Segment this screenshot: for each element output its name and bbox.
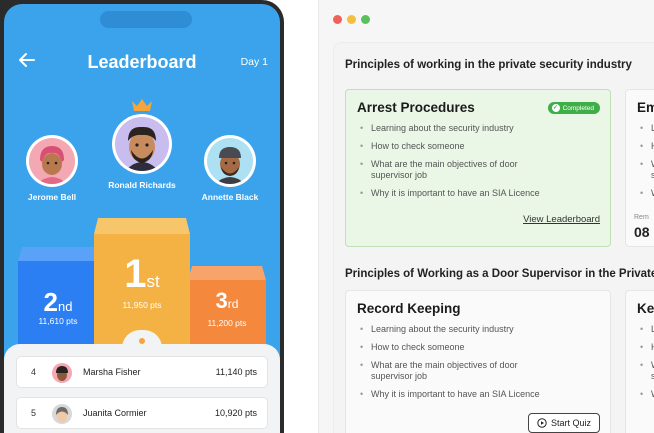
start-quiz-button[interactable]: Start Quiz [527, 413, 600, 433]
player-name: Marsha Fisher [83, 367, 141, 377]
rank-suffix: nd [58, 299, 73, 314]
list-item[interactable]: 5 Juanita Cormier 10,920 pts [16, 397, 268, 429]
rank-number: 1 [124, 252, 147, 296]
avatar-image [29, 138, 75, 184]
ranking-list[interactable]: 4 Marsha Fisher 11,140 pts 5 Juanita Cor… [4, 330, 280, 433]
leaderboard-screen: Leaderboard Day 1 Ronald Richards Jerome… [4, 4, 280, 433]
rank-number: 3 [215, 288, 228, 313]
card-title: Arrest Procedures [357, 100, 475, 115]
avatar-first[interactable] [112, 114, 172, 174]
view-leaderboard-link[interactable]: View Leaderboard [523, 214, 600, 225]
player-points: 10,920 pts [214, 408, 257, 418]
third-place-name: Annette Black [201, 192, 259, 202]
list-item: Ws [640, 360, 654, 382]
rank-suffix: rd [227, 297, 239, 311]
section-title: Principles of working in the private sec… [345, 59, 632, 71]
kee-card[interactable]: Kee L H Ws W [625, 290, 654, 433]
avatar-image [207, 138, 253, 184]
list-item: Why it is important to have an SIA Licen… [360, 188, 540, 199]
crown-icon [132, 99, 152, 111]
handle-dot [139, 338, 145, 344]
window-controls [333, 15, 370, 24]
topic-list: Learning about the security industry How… [360, 324, 540, 407]
second-place-name: Jerome Bell [27, 192, 77, 202]
podium-third: 3rd 11,200 pts [188, 266, 266, 356]
phone-frame: Leaderboard Day 1 Ronald Richards Jerome… [0, 0, 284, 433]
list-item: L [640, 324, 654, 335]
stage: Principles of working in the private sec… [0, 0, 654, 433]
rank-position: 5 [31, 408, 37, 418]
list-item: How to check someone [360, 141, 540, 152]
points-label: 11,950 pts [122, 300, 162, 310]
rank-suffix: st [146, 272, 160, 291]
day-selector[interactable]: Day 1 [241, 56, 268, 68]
avatar-third[interactable] [204, 135, 256, 187]
remaining-value: 08 [634, 224, 650, 240]
list-item: Learning about the security industry [360, 123, 540, 134]
list-item: W [640, 188, 654, 199]
podium-second: 2nd 11,610 pts [18, 247, 98, 357]
player-name: Juanita Cormier [83, 408, 147, 418]
list-item: What are the main objectives of door sup… [360, 159, 540, 181]
avatar-image [115, 117, 169, 171]
list-item: H [640, 342, 654, 353]
section-title: Principles of Working as a Door Supervis… [345, 268, 654, 280]
remaining-label: Rem [634, 214, 649, 221]
card-title: Em [637, 100, 654, 115]
list-item: H [640, 141, 654, 152]
rank-position: 4 [31, 367, 37, 377]
topic-list: L H Ws W [640, 123, 654, 206]
em-card[interactable]: Em L H Ws W Rem 08 [625, 89, 654, 247]
notch [100, 11, 192, 28]
avatar [52, 363, 72, 383]
page-title: Leaderboard [87, 52, 197, 72]
list-item: Learning about the security industry [360, 324, 540, 335]
first-place-name: Ronald Richards [108, 180, 176, 190]
completed-badge: ✓ Completed [547, 102, 600, 114]
list-item: How to check someone [360, 342, 540, 353]
card-title: Kee [637, 301, 654, 316]
minimize-window-button[interactable] [347, 15, 356, 24]
play-icon [537, 418, 547, 428]
check-icon: ✓ [551, 104, 560, 112]
arrest-procedures-card[interactable]: Arrest Procedures ✓ Completed Learning a… [345, 89, 611, 247]
badge-label: Completed [562, 104, 594, 112]
podium-top [18, 247, 98, 261]
rank-label: 2nd [18, 287, 98, 318]
points-label: 11,200 pts [207, 318, 247, 328]
podium-top [188, 266, 266, 280]
list-item[interactable]: 4 Marsha Fisher 11,140 pts [16, 356, 268, 388]
player-points: 11,140 pts [215, 367, 257, 377]
topic-list: Learning about the security industry How… [360, 123, 540, 206]
start-quiz-label: Start Quiz [550, 418, 591, 428]
avatar-second[interactable] [26, 135, 78, 187]
rank-number: 2 [43, 287, 58, 317]
card-title: Record Keeping [357, 301, 461, 316]
maximize-window-button[interactable] [361, 15, 370, 24]
podium-top [94, 218, 190, 234]
list-item: Why it is important to have an SIA Licen… [360, 389, 540, 400]
record-keeping-card[interactable]: Record Keeping Learning about the securi… [345, 290, 611, 433]
points-label: 11,610 pts [38, 316, 78, 326]
list-item: W [640, 389, 654, 400]
list-item: What are the main objectives of door sup… [360, 360, 540, 382]
close-window-button[interactable] [333, 15, 342, 24]
list-item: Ws [640, 159, 654, 181]
list-item: L [640, 123, 654, 134]
browser-window: Principles of working in the private sec… [318, 0, 654, 433]
topic-list: L H Ws W [640, 324, 654, 407]
rank-label: 1st [94, 252, 190, 297]
avatar [52, 404, 72, 424]
rank-label: 3rd [188, 288, 266, 314]
